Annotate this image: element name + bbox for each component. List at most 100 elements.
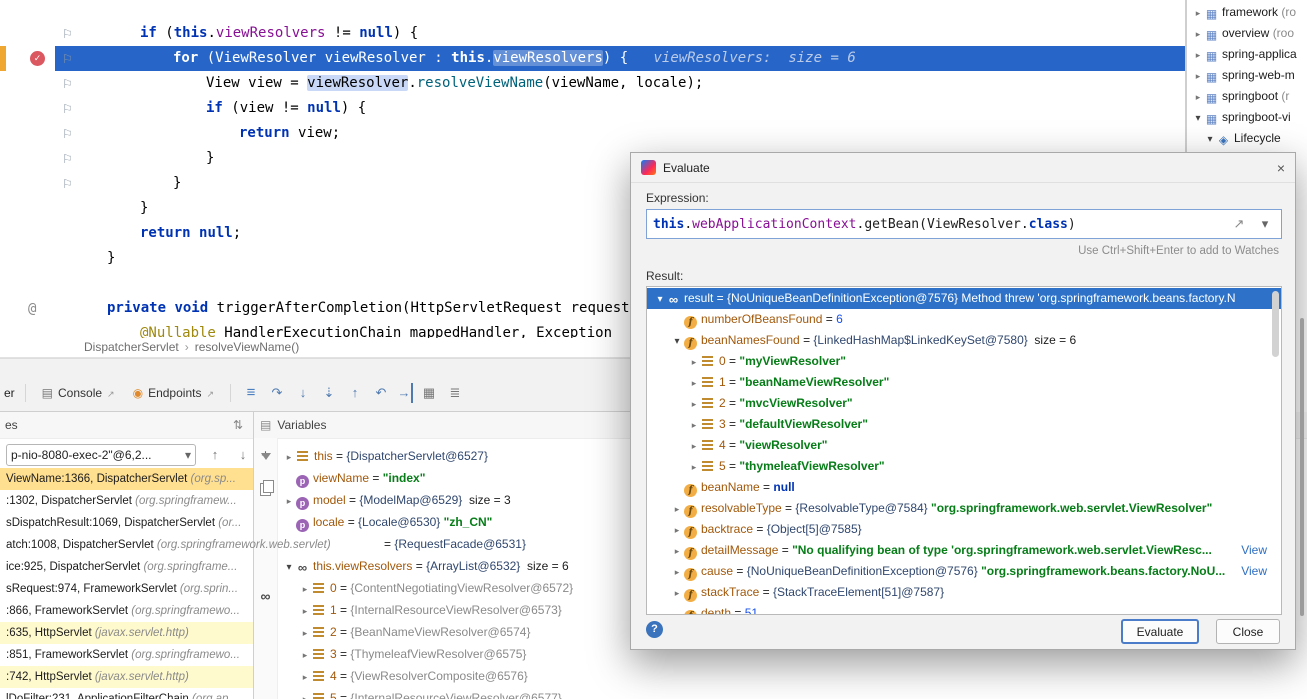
stack-frame-row[interactable]: ViewName:1366, DispatcherServlet (org.sp…: [0, 468, 253, 490]
stack-frame-row[interactable]: sDispatchResult:1069, DispatcherServlet …: [0, 512, 253, 534]
help-icon[interactable]: [646, 621, 663, 638]
chevron-right-icon[interactable]: [687, 457, 701, 477]
result-row[interactable]: 4 = "viewResolver": [647, 435, 1281, 456]
watches-icon[interactable]: [256, 586, 276, 607]
tab-console[interactable]: Console: [36, 380, 121, 406]
breadcrumb-method[interactable]: resolveViewName(): [195, 340, 299, 354]
stack-frame-row[interactable]: :1302, DispatcherServlet (org.springfram…: [0, 490, 253, 512]
code-line[interactable]: View view = viewResolver.resolveViewName…: [55, 71, 1185, 96]
maven-item[interactable]: spring-web-m: [1187, 65, 1307, 86]
chevron-right-icon[interactable]: [687, 352, 701, 372]
bookmark-icon[interactable]: [62, 152, 74, 166]
result-row[interactable]: beanNamesFound = {LinkedHashMap$LinkedKe…: [647, 330, 1281, 351]
previous-frame-icon[interactable]: [205, 445, 225, 465]
chevron-right-icon[interactable]: [282, 446, 296, 467]
result-row[interactable]: detailMessage = "No qualifying bean of t…: [647, 540, 1281, 561]
chevron-right-icon[interactable]: [298, 600, 312, 621]
maven-item[interactable]: Lifecycle: [1187, 128, 1307, 149]
breadcrumb-class[interactable]: DispatcherServlet: [84, 340, 179, 354]
chevron-right-icon[interactable]: [1191, 3, 1205, 23]
result-row[interactable]: 3 = "defaultViewResolver": [647, 414, 1281, 435]
chevron-right-icon[interactable]: [687, 373, 701, 393]
chevron-right-icon[interactable]: [298, 688, 312, 699]
chevron-right-icon[interactable]: [687, 436, 701, 456]
run-to-cursor-icon[interactable]: [397, 383, 413, 403]
chevron-right-icon[interactable]: [298, 578, 312, 599]
chevron-right-icon[interactable]: [670, 562, 684, 582]
scrollbar-thumb[interactable]: [1272, 291, 1279, 357]
force-step-into-icon[interactable]: [319, 383, 339, 403]
evaluate-button[interactable]: Evaluate: [1121, 619, 1199, 644]
code-line[interactable]: for (ViewResolver viewResolver : this.vi…: [55, 46, 1185, 71]
chevron-right-icon[interactable]: [1191, 66, 1205, 86]
result-row[interactable]: beanName = null: [647, 477, 1281, 498]
chevron-right-icon[interactable]: [282, 490, 296, 511]
stack-frame-row[interactable]: atch:1008, DispatcherServlet (org.spring…: [0, 534, 253, 556]
view-link[interactable]: View: [1241, 540, 1267, 561]
result-row[interactable]: depth = 51: [647, 603, 1281, 615]
tab-endpoints[interactable]: Endpoints: [127, 380, 220, 406]
hamburger-icon[interactable]: [241, 383, 261, 403]
drop-frame-icon[interactable]: [371, 383, 391, 403]
variables-options-icon[interactable]: [260, 412, 271, 438]
stack-frame-row[interactable]: :635, HttpServlet (javax.servlet.http): [0, 622, 253, 644]
maven-item[interactable]: springboot (r: [1187, 86, 1307, 107]
result-row[interactable]: result = {NoUniqueBeanDefinitionExceptio…: [647, 288, 1281, 309]
expression-input[interactable]: this.webApplicationContext.getBean(ViewR…: [646, 209, 1282, 239]
result-row[interactable]: resolvableType = {ResolvableType@7584} "…: [647, 498, 1281, 519]
stack-frame-row[interactable]: :742, HttpServlet (javax.servlet.http): [0, 666, 253, 688]
view-settings-icon[interactable]: [445, 383, 465, 403]
next-frame-icon[interactable]: [233, 445, 253, 465]
chevron-down-icon[interactable]: [1203, 129, 1217, 149]
chevron-right-icon[interactable]: [687, 394, 701, 414]
step-over-icon[interactable]: [267, 383, 287, 403]
chevron-right-icon[interactable]: [298, 644, 312, 665]
maven-item[interactable]: overview (roo: [1187, 23, 1307, 44]
bookmark-icon[interactable]: [62, 127, 74, 141]
variable-row[interactable]: 5 = {InternalResourceViewResolver@6577}: [278, 687, 1307, 699]
chevron-right-icon[interactable]: [1191, 45, 1205, 65]
chevron-down-icon[interactable]: [653, 289, 667, 309]
dropdown-icon[interactable]: [1255, 214, 1275, 234]
result-row[interactable]: 0 = "myViewResolver": [647, 351, 1281, 372]
chevron-right-icon[interactable]: [670, 541, 684, 561]
stack-frame-row[interactable]: lDoFilter:231, ApplicationFilterChain (o…: [0, 688, 253, 699]
stack-frame-row[interactable]: sRequest:974, FrameworkServlet (org.spri…: [0, 578, 253, 600]
bookmark-icon[interactable]: [62, 177, 74, 191]
scrollbar[interactable]: [1300, 318, 1304, 616]
bookmark-icon[interactable]: [62, 102, 74, 116]
close-button[interactable]: Close: [1216, 619, 1280, 644]
chevron-right-icon[interactable]: [1191, 87, 1205, 107]
bookmark-icon[interactable]: [62, 77, 74, 91]
expand-icon[interactable]: [1229, 214, 1249, 234]
result-row[interactable]: 1 = "beanNameViewResolver": [647, 372, 1281, 393]
maven-item[interactable]: spring-applica: [1187, 44, 1307, 65]
maven-item[interactable]: springboot-vi: [1187, 107, 1307, 128]
dialog-titlebar[interactable]: Evaluate: [631, 153, 1295, 183]
bookmark-icon[interactable]: [62, 27, 74, 41]
result-row[interactable]: 2 = "mvcViewResolver": [647, 393, 1281, 414]
result-row[interactable]: numberOfBeansFound = 6: [647, 309, 1281, 330]
result-row[interactable]: cause = {NoUniqueBeanDefinitionException…: [647, 561, 1281, 582]
chevron-right-icon[interactable]: [687, 415, 701, 435]
chevron-right-icon[interactable]: [1191, 24, 1205, 44]
maven-item[interactable]: framework (ro: [1187, 2, 1307, 23]
copy-icon[interactable]: [260, 483, 271, 496]
chevron-right-icon[interactable]: [670, 520, 684, 540]
thread-selector[interactable]: p-nio-8080-exec-2"@6,2...: [6, 444, 196, 466]
stack-frame-row[interactable]: :866, FrameworkServlet (org.springframew…: [0, 600, 253, 622]
filter-icon[interactable]: [261, 453, 271, 460]
bookmark-icon[interactable]: [62, 52, 74, 66]
chevron-right-icon[interactable]: [670, 583, 684, 603]
table-icon[interactable]: [419, 383, 439, 403]
chevron-down-icon[interactable]: [670, 331, 684, 351]
code-line[interactable]: if (this.viewResolvers != null) {: [55, 21, 1185, 46]
step-out-icon[interactable]: [345, 383, 365, 403]
result-row[interactable]: stackTrace = {StackTraceElement[51]@7587…: [647, 582, 1281, 603]
variable-row[interactable]: 4 = {ViewResolverComposite@6576}: [278, 665, 1307, 687]
chevron-right-icon[interactable]: [298, 666, 312, 687]
frames-filter-icon[interactable]: [233, 412, 243, 438]
code-line[interactable]: return view;: [55, 121, 1185, 146]
tab-debugger-partial[interactable]: er: [4, 386, 15, 400]
breakpoint-icon[interactable]: [30, 51, 45, 66]
